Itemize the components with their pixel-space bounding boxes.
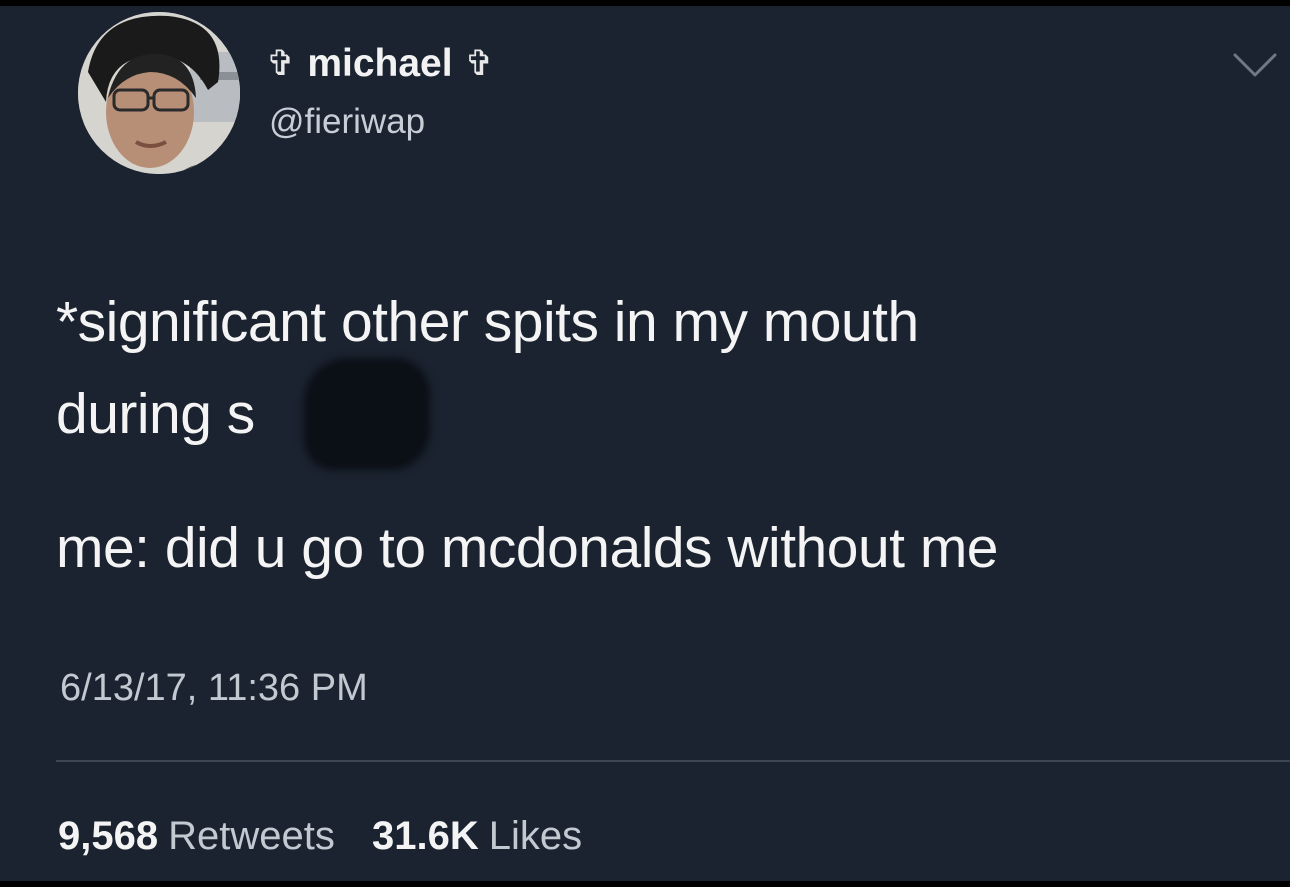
author-name: michael (307, 42, 453, 85)
tweet-card: ✞ michael ✞ @fieriwap *significant other… (0, 6, 1290, 881)
author-handle[interactable]: @fieriwap (269, 102, 425, 142)
likes-label: Likes (488, 814, 583, 858)
retweets-count: 9,568 (58, 814, 159, 858)
avatar[interactable] (78, 12, 240, 174)
chevron-down-icon[interactable] (1232, 50, 1278, 80)
cross-icon: ✞ (266, 44, 296, 83)
likes-count: 31.6K (371, 814, 479, 858)
cross-icon: ✞ (464, 44, 494, 83)
censor-scribble (304, 358, 430, 470)
likes-stat[interactable]: 31.6K Likes (372, 814, 582, 858)
tweet-text-line: during s (56, 358, 1276, 470)
avatar-photo (78, 12, 240, 174)
author-display-name[interactable]: ✞ michael ✞ (266, 36, 494, 92)
divider (56, 760, 1290, 762)
tweet-timestamp[interactable]: 6/13/17, 11:36 PM (60, 667, 368, 710)
tweet-text: *significant other spits in my mouth dur… (56, 276, 1276, 594)
tweet-text-line: me: did u go to mcdonalds without me (56, 516, 999, 580)
retweets-label: Retweets (168, 814, 335, 858)
tweet-text-fragment: during s (56, 382, 255, 446)
retweets-stat[interactable]: 9,568 Retweets (58, 814, 346, 858)
tweet-text-line: *significant other spits in my mouth (56, 290, 919, 354)
tweet-stats: 9,568 Retweets 31.6K Likes (58, 814, 582, 859)
